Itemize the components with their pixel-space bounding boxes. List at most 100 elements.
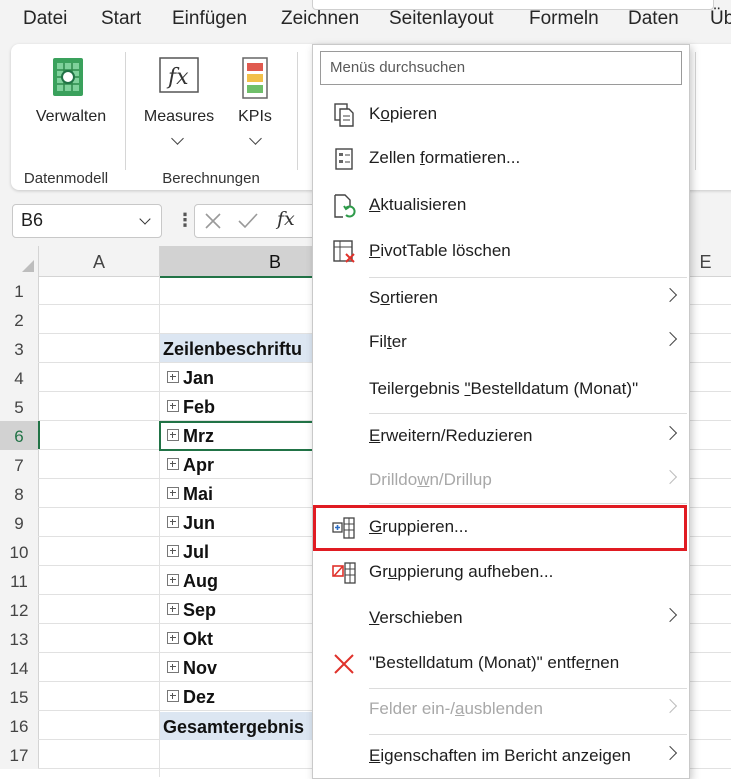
pivot-row-header[interactable]: Zeilenbeschriftu xyxy=(163,339,302,360)
tab-seitenlayout[interactable]: Seitenlayout xyxy=(389,8,494,30)
row-header-6[interactable]: 6 xyxy=(0,421,40,450)
menu-item-move[interactable]: Verschieben xyxy=(313,597,689,641)
pivot-month-row[interactable]: Jul xyxy=(167,542,209,563)
expand-icon[interactable] xyxy=(167,487,179,499)
tab-einfuegen[interactable]: Einfügen xyxy=(172,8,247,30)
select-all-corner[interactable] xyxy=(0,246,39,277)
active-cell-b6[interactable] xyxy=(159,421,314,451)
expand-icon[interactable] xyxy=(167,371,179,383)
label-text: er xyxy=(391,332,407,351)
pivot-month-label: Aug xyxy=(183,571,218,591)
row-header-16[interactable]: 16 xyxy=(0,711,39,740)
menu-item-remove-field[interactable]: "Bestelldatum (Monat)" entfernen xyxy=(313,642,689,686)
label-text: Felder ein-/ xyxy=(369,699,455,718)
chevron-right-icon xyxy=(662,331,678,347)
pivot-month-row[interactable]: Okt xyxy=(167,629,213,650)
pivot-month-row[interactable]: Mai xyxy=(167,484,213,505)
tab-daten[interactable]: Daten xyxy=(628,8,679,30)
chevron-right-icon xyxy=(662,698,678,714)
menu-item-refresh[interactable]: Aktualisieren xyxy=(313,184,689,228)
function-icon: fx xyxy=(157,54,201,98)
expand-icon[interactable] xyxy=(167,545,179,557)
row-header-8[interactable]: 8 xyxy=(0,479,39,508)
menu-item-delete-pivot[interactable]: PivotTable löschen xyxy=(313,230,689,274)
menu-item-ungroup[interactable]: Gruppierung aufheben... xyxy=(313,551,689,595)
label-text: K xyxy=(369,104,381,123)
label-text: ktualisieren xyxy=(380,195,467,214)
row-header-17[interactable]: 17 xyxy=(0,740,39,769)
expand-icon[interactable] xyxy=(167,516,179,528)
menu-item-filter[interactable]: Filter xyxy=(313,321,689,365)
row-header-7[interactable]: 7 xyxy=(0,450,39,479)
menu-item-expand-collapse[interactable]: Erweitern/Reduzieren xyxy=(313,415,689,459)
menu-search-input[interactable]: Menüs durchsuchen xyxy=(320,51,682,85)
column-header-a[interactable]: A xyxy=(39,246,160,277)
expand-icon[interactable] xyxy=(167,574,179,586)
mini-toolbar xyxy=(312,0,714,10)
expand-icon[interactable] xyxy=(167,632,179,644)
row-header-15[interactable]: 15 xyxy=(0,682,39,711)
chevron-down-icon[interactable] xyxy=(249,132,262,145)
more-options-icon[interactable]: ⋮ xyxy=(176,210,194,231)
accelerator-key: u xyxy=(387,562,398,581)
name-box[interactable]: B6 xyxy=(12,204,162,238)
measures-button[interactable]: Measures xyxy=(131,108,227,126)
verwalten-button[interactable]: Verwalten xyxy=(21,108,121,126)
pivot-month-row[interactable]: Sep xyxy=(167,600,216,621)
tab-start[interactable]: Start xyxy=(101,8,141,30)
pivot-month-row[interactable]: Jan xyxy=(167,368,214,389)
menu-item-properties[interactable]: Eigenschaften im Bericht anzeigen xyxy=(313,735,689,779)
row-header-1[interactable]: 1 xyxy=(0,276,39,305)
row-header-3[interactable]: 3 xyxy=(0,334,39,363)
row-header-11[interactable]: 11 xyxy=(0,566,39,595)
cancel-icon[interactable] xyxy=(203,211,223,231)
menu-item-show-hide-fields: Felder ein-/ausblenden xyxy=(313,688,689,732)
row-header-5[interactable]: 5 xyxy=(0,392,39,421)
pivot-grand-total[interactable]: Gesamtergebnis xyxy=(163,717,304,738)
menu-item-format-cells[interactable]: Zellen formatieren... xyxy=(313,137,689,181)
row-header-4[interactable]: 4 xyxy=(0,363,39,392)
menu-item-label: Felder ein-/ausblenden xyxy=(369,699,543,719)
expand-icon[interactable] xyxy=(167,400,179,412)
menu-item-label: Aktualisieren xyxy=(369,195,466,215)
expand-icon[interactable] xyxy=(167,690,179,702)
menu-item-label: Gruppierung aufheben... xyxy=(369,562,553,582)
row-header-13[interactable]: 13 xyxy=(0,624,39,653)
label-text: ppierung aufheben... xyxy=(397,562,554,581)
row-header-2[interactable]: 2 xyxy=(0,305,39,334)
expand-icon[interactable] xyxy=(167,603,179,615)
label-text: rtieren xyxy=(389,288,438,307)
row-header-14[interactable]: 14 xyxy=(0,653,39,682)
tab-datei[interactable]: Datei xyxy=(23,8,67,30)
pivot-month-row[interactable]: Jun xyxy=(167,513,215,534)
menu-search-placeholder: Menüs durchsuchen xyxy=(330,59,466,76)
confirm-icon[interactable] xyxy=(237,211,259,231)
chevron-down-icon[interactable] xyxy=(139,213,151,225)
label-text: "Bestelldatum (Monat)" entfe xyxy=(369,653,586,672)
row-header-9[interactable]: 9 xyxy=(0,508,39,537)
pivot-month-row[interactable]: Aug xyxy=(167,571,218,592)
pivot-month-row[interactable]: Nov xyxy=(167,658,217,679)
row-header-12[interactable]: 12 xyxy=(0,595,39,624)
pivot-month-row[interactable]: Dez xyxy=(167,687,215,708)
highlight-box xyxy=(313,505,687,551)
pivot-month-row[interactable]: Feb xyxy=(167,397,215,418)
pivot-month-label: Jun xyxy=(183,513,216,533)
menu-item-sort[interactable]: Sortieren xyxy=(313,277,689,321)
tab-ueberpruefen[interactable]: Üb xyxy=(710,8,731,30)
menu-item-copy[interactable]: Kopieren xyxy=(313,93,689,137)
pivot-month-row[interactable]: Apr xyxy=(167,455,214,476)
menu-item-subtotal[interactable]: Teilergebnis "Bestelldatum (Monat)" xyxy=(313,368,689,412)
tab-zeichnen[interactable]: Zeichnen xyxy=(281,8,359,30)
expand-icon[interactable] xyxy=(167,458,179,470)
expand-icon[interactable] xyxy=(167,661,179,673)
kpis-button[interactable]: KPIs xyxy=(227,108,283,126)
label-text: erschieben xyxy=(379,608,463,627)
accelerator-key: o xyxy=(380,288,390,307)
row-header-10[interactable]: 10 xyxy=(0,537,39,566)
insert-function-button[interactable]: fx xyxy=(277,208,295,230)
label-text: Bestelldatum (Monat)" xyxy=(470,379,639,398)
chevron-down-icon[interactable] xyxy=(171,132,184,145)
data-model-icon xyxy=(47,54,93,100)
tab-formeln[interactable]: Formeln xyxy=(529,8,599,30)
